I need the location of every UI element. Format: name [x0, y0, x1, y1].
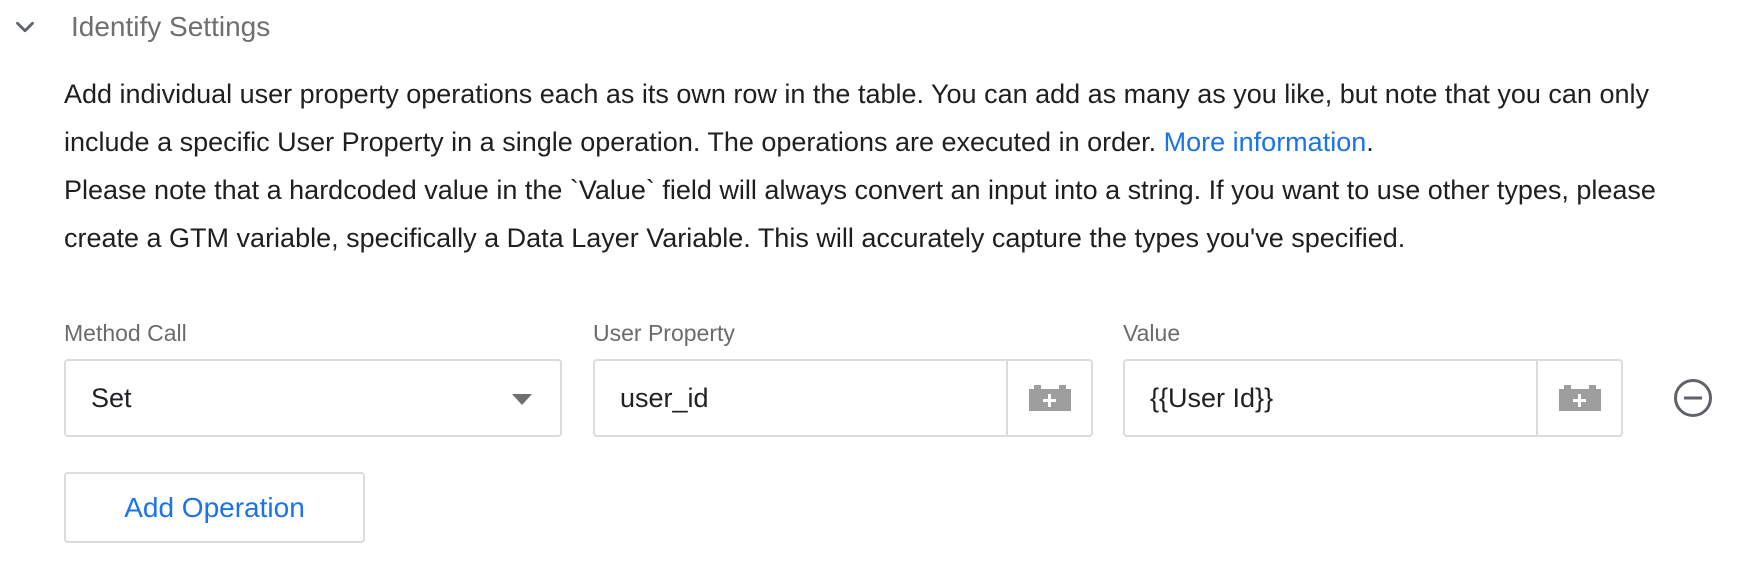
- value-variable-button[interactable]: [1538, 359, 1623, 437]
- more-information-link[interactable]: More information: [1164, 127, 1367, 157]
- variable-picker-icon: [1558, 385, 1601, 411]
- dropdown-arrow-icon: [512, 394, 532, 405]
- description-text: Add individual user property operations …: [64, 70, 1704, 262]
- method-call-column-label: Method Call: [64, 320, 187, 346]
- value-input[interactable]: {{User Id}}: [1123, 359, 1538, 437]
- section-title: Identify Settings: [71, 11, 271, 42]
- description-line-1: Add individual user property operations …: [64, 79, 1649, 157]
- value-input-value: {{User Id}}: [1150, 382, 1274, 413]
- value-column-label: Value: [1123, 320, 1181, 346]
- method-call-select[interactable]: Set: [64, 359, 562, 437]
- method-call-selected-value: Set: [91, 382, 132, 413]
- description-line-1-end: .: [1366, 127, 1374, 157]
- description-line-2: Please note that a hardcoded value in th…: [64, 175, 1656, 253]
- variable-picker-icon: [1028, 385, 1071, 411]
- chevron-down-icon[interactable]: [10, 12, 40, 42]
- user-property-input[interactable]: user_id: [593, 359, 1008, 437]
- add-operation-button[interactable]: Add Operation: [64, 472, 365, 543]
- user-property-column-label: User Property: [593, 320, 735, 346]
- user-property-variable-button[interactable]: [1008, 359, 1093, 437]
- remove-row-icon[interactable]: [1673, 378, 1713, 418]
- user-property-input-value: user_id: [620, 382, 709, 413]
- identify-settings-panel: Identify Settings Add individual user pr…: [0, 0, 1750, 574]
